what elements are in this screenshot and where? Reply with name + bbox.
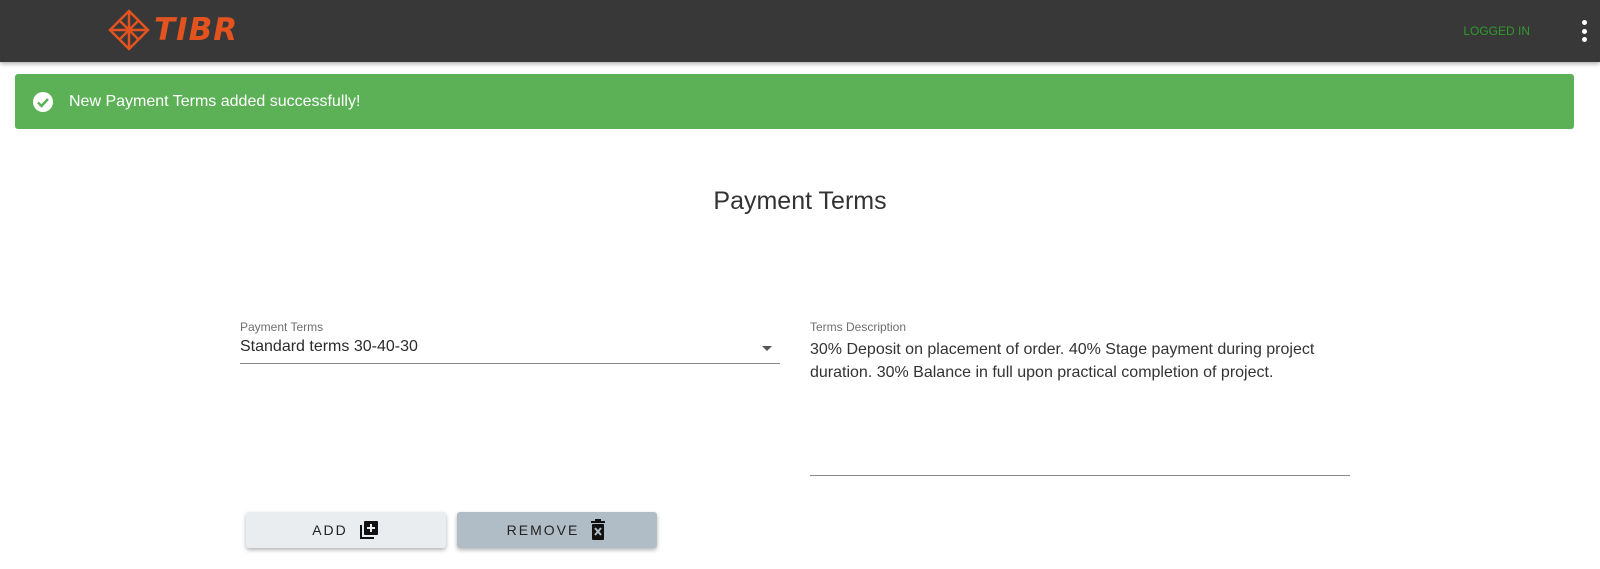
remove-button[interactable]: REMOVE	[457, 512, 657, 548]
terms-description-label: Terms Description	[810, 320, 907, 334]
add-button[interactable]: ADD	[246, 512, 446, 548]
top-app-bar: TIBR LOGGED IN	[0, 0, 1600, 62]
remove-button-label: REMOVE	[506, 522, 580, 538]
payment-terms-value-wrapper[interactable]: Standard terms 30-40-30	[240, 338, 780, 364]
add-button-label: ADD	[312, 522, 348, 538]
page-title: Payment Terms	[713, 187, 887, 215]
kebab-menu-icon[interactable]	[1578, 20, 1590, 42]
delete-box-icon	[591, 519, 606, 540]
logo-mark-icon	[108, 9, 150, 51]
terms-description-textarea[interactable]: 30% Deposit on placement of order. 40% S…	[810, 338, 1350, 476]
app-logo[interactable]: TIBR	[108, 9, 238, 51]
library-add-icon	[359, 521, 378, 539]
login-status: LOGGED IN	[1463, 24, 1530, 38]
alert-message: New Payment Terms added successfully!	[69, 92, 361, 110]
terms-description-field[interactable]: Terms Description 30% Deposit on placeme…	[810, 320, 1350, 476]
dropdown-arrow-icon[interactable]	[762, 346, 772, 351]
check-circle-icon	[33, 91, 53, 112]
payment-terms-value: Standard terms 30-40-30	[240, 338, 418, 355]
success-alert: New Payment Terms added successfully!	[15, 74, 1574, 129]
logo-text: TIBR	[154, 12, 239, 48]
payment-terms-select[interactable]: Payment Terms Standard terms 30-40-30	[240, 320, 780, 364]
payment-terms-label: Payment Terms	[240, 320, 324, 334]
